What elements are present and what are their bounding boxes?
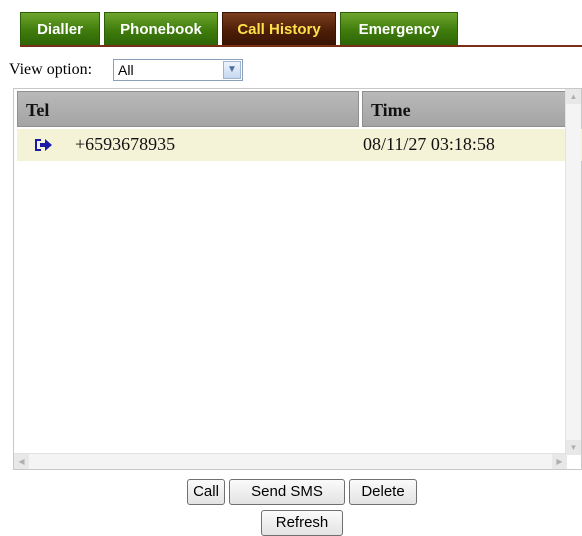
column-header-tel[interactable]: Tel: [17, 91, 359, 127]
horizontal-scrollbar[interactable]: ◀ ▶: [14, 453, 567, 469]
row-time: 08/11/27 03:18:58: [363, 134, 495, 154]
chevron-down-icon[interactable]: ▼: [223, 61, 241, 79]
send-sms-button[interactable]: Send SMS: [229, 479, 345, 505]
tab-dialler[interactable]: Dialler: [20, 12, 100, 46]
outgoing-call-arrow-icon: [35, 139, 52, 151]
tab-bar: Dialler Phonebook Call History Emergency: [20, 12, 458, 46]
vertical-scrollbar[interactable]: ▲ ▼: [565, 89, 581, 455]
scroll-up-icon[interactable]: ▲: [566, 89, 581, 104]
scroll-down-icon[interactable]: ▼: [566, 440, 581, 455]
tab-phonebook[interactable]: Phonebook: [104, 12, 218, 46]
table-header: Tel Time: [17, 91, 582, 127]
tab-call-history[interactable]: Call History: [222, 12, 336, 46]
row-tel: +6593678935: [75, 134, 176, 154]
refresh-button[interactable]: Refresh: [261, 510, 343, 536]
scroll-left-icon[interactable]: ◀: [14, 454, 29, 469]
call-button[interactable]: Call: [187, 479, 225, 505]
column-header-time[interactable]: Time: [362, 91, 567, 127]
table-row[interactable]: +6593678935 08/11/27 03:18:58: [17, 129, 582, 161]
delete-button[interactable]: Delete: [349, 479, 417, 505]
call-history-table: Tel Time +6593678935 08/11/27 03:18:58 ▲…: [13, 88, 582, 470]
view-option-value: All: [118, 62, 134, 78]
tab-divider: [20, 45, 582, 47]
view-option-select[interactable]: All ▼: [113, 59, 243, 81]
view-option-label: View option:: [9, 61, 93, 78]
scroll-right-icon[interactable]: ▶: [552, 454, 567, 469]
tab-emergency[interactable]: Emergency: [340, 12, 458, 46]
